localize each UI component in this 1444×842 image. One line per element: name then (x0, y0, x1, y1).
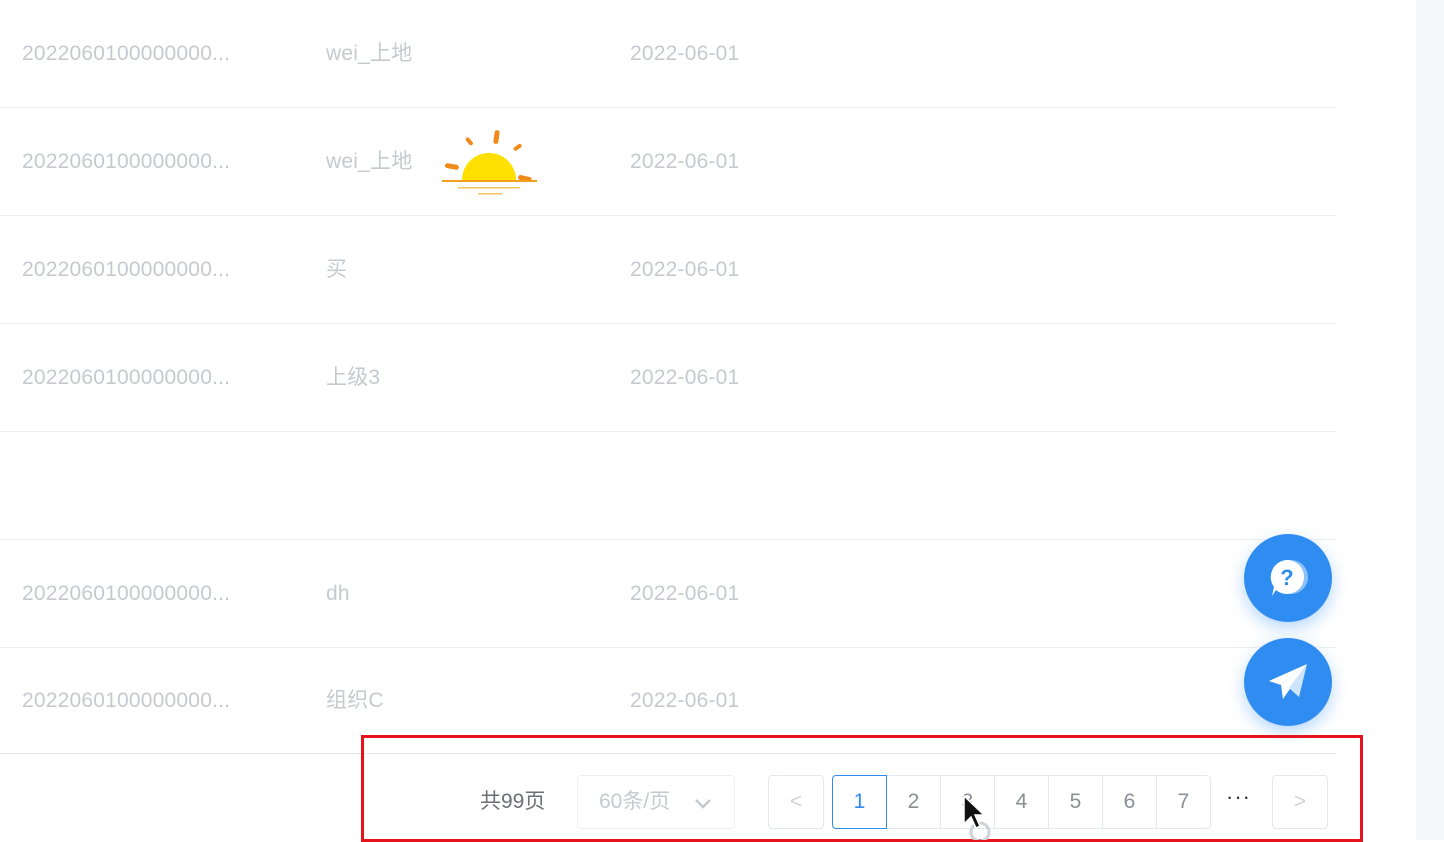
table-row[interactable]: 2022060100000000... wei_上地 2022-06-01 (0, 0, 1336, 108)
table-row[interactable]: 2022060100000000... 上级3 2022-06-01 (0, 324, 1336, 432)
page-button-2[interactable]: 2 (886, 775, 941, 829)
send-button[interactable] (1244, 638, 1332, 726)
total-pages-label: 共99页 (480, 790, 546, 813)
name-cell: wei_上地 (326, 42, 413, 65)
date-cell: 2022-06-01 (630, 582, 740, 605)
next-page-button[interactable]: > (1272, 775, 1328, 829)
page-button-7[interactable]: 7 (1156, 775, 1211, 829)
mouse-cursor-icon (963, 794, 991, 840)
id-cell: 2022060100000000... (22, 689, 231, 712)
page-button-6[interactable]: 6 (1102, 775, 1157, 829)
chevron-down-icon (695, 799, 711, 809)
id-cell: 2022060100000000... (22, 582, 231, 605)
table-row[interactable]: 2022060100000000... wei_上地 2022-06-01 (0, 108, 1336, 216)
name-cell: 买 (326, 258, 348, 281)
name-cell: 组织C (326, 689, 384, 712)
svg-text:?: ? (1280, 565, 1293, 590)
pagination: 共99页 60条/页 < 1 2 3 4 5 6 7 ··· > (0, 752, 1416, 840)
page-button-1[interactable]: 1 (832, 775, 887, 829)
help-button[interactable]: ? (1244, 534, 1332, 622)
name-cell: dh (326, 582, 350, 605)
table-row[interactable]: 2022060100000000... 买 2022-06-01 (0, 216, 1336, 324)
date-cell: 2022-06-01 (630, 150, 740, 173)
more-pages-ellipsis[interactable]: ··· (1226, 784, 1251, 810)
page-size-select[interactable]: 60条/页 (577, 775, 735, 829)
question-bubble-icon: ? (1270, 560, 1308, 596)
date-cell: 2022-06-01 (630, 42, 740, 65)
date-cell: 2022-06-01 (630, 258, 740, 281)
name-cell: 上级3 (326, 366, 381, 389)
scrollbar-track[interactable] (1416, 0, 1444, 840)
page-size-value: 60条/页 (599, 790, 671, 813)
id-cell: 2022060100000000... (22, 366, 231, 389)
id-cell (22, 432, 262, 539)
page-button-4[interactable]: 4 (994, 775, 1049, 829)
sunrise-icon (442, 130, 537, 195)
id-cell: 2022060100000000... (22, 42, 231, 65)
date-cell: 2022-06-01 (630, 689, 740, 712)
prev-page-button[interactable]: < (768, 775, 824, 829)
table-row[interactable]: 2022060100000000... dh 2022-06-01 (0, 540, 1336, 648)
date-cell: 2022-06-01 (630, 366, 740, 389)
id-cell: 2022060100000000... (22, 258, 231, 281)
name-cell: wei_上地 (326, 150, 413, 173)
paper-plane-icon (1269, 664, 1307, 699)
id-cell: 2022060100000000... (22, 150, 231, 173)
table-row[interactable]: 2022060100000000... 组织C 2022-06-01 (0, 648, 1336, 754)
page-button-5[interactable]: 5 (1048, 775, 1103, 829)
table-row[interactable] (0, 432, 1336, 540)
data-table: 2022060100000000... wei_上地 2022-06-01 20… (0, 0, 1336, 754)
